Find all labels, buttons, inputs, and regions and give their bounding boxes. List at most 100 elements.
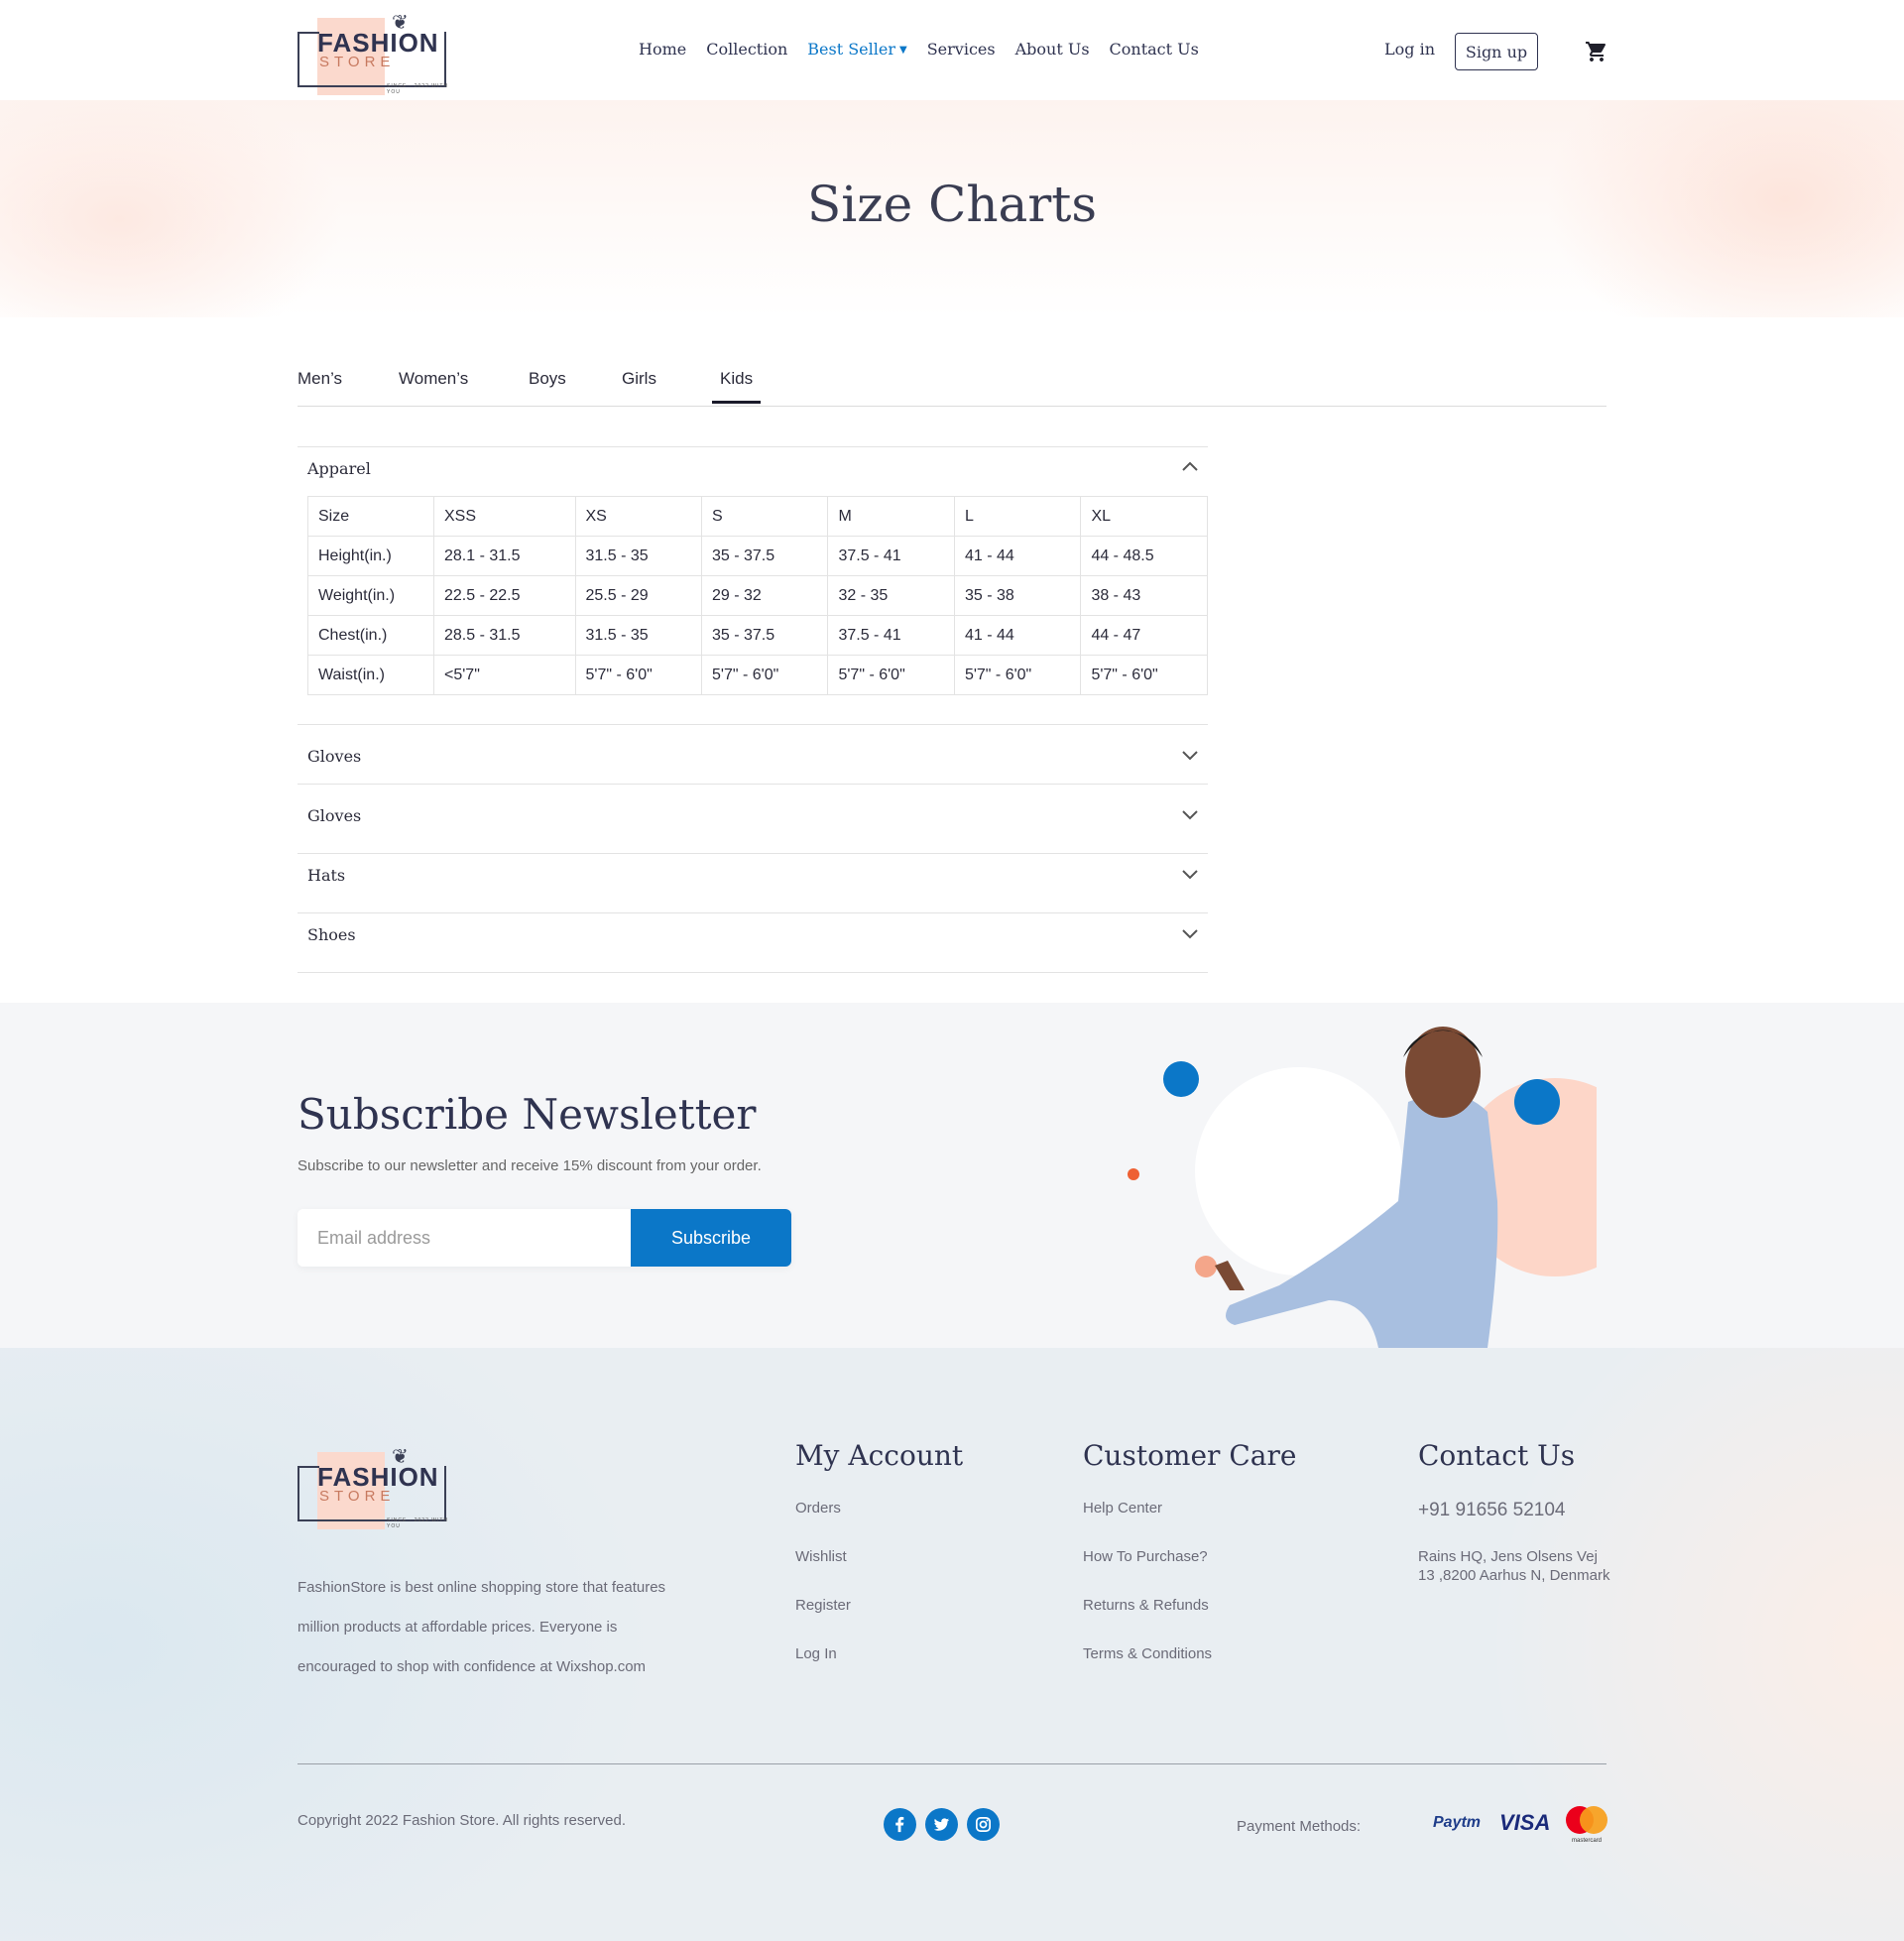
footer-link-login[interactable]: Log In: [795, 1645, 963, 1694]
table-cell: 41 - 44: [953, 536, 1082, 576]
table-row-label: Weight(in.): [307, 575, 434, 616]
table-cell: 25.5 - 29: [574, 575, 702, 616]
footer-link-terms[interactable]: Terms & Conditions: [1083, 1645, 1296, 1694]
accordion-hats[interactable]: Hats: [298, 853, 1208, 912]
main-nav: Home Collection Best Seller ▼ Services Ab…: [639, 40, 1199, 59]
table-cell: 5'7" - 6'0": [1080, 655, 1208, 695]
table-cell: XS: [574, 496, 702, 537]
chevron-down-icon[interactable]: [1180, 864, 1200, 884]
chevron-down-icon[interactable]: [1180, 745, 1200, 765]
tab-mens[interactable]: Men’s: [298, 369, 342, 389]
footer-link-wishlist[interactable]: Wishlist: [795, 1548, 963, 1597]
footer-contact: Contact Us +91 91656 52104 Rains HQ, Jen…: [1418, 1439, 1616, 1585]
footer-logo[interactable]: ❦ FASHION STORE SINCE · 2022 WITH YOU: [298, 1444, 448, 1529]
cart-icon[interactable]: [1585, 40, 1608, 63]
table-cell: 37.5 - 41: [827, 536, 955, 576]
table-cell: 5'7" - 6'0": [953, 655, 1082, 695]
accordion-title: Shoes: [307, 925, 356, 944]
footer-phone[interactable]: +91 91656 52104: [1418, 1500, 1616, 1521]
nav-contact-us[interactable]: Contact Us: [1110, 40, 1199, 59]
login-link[interactable]: Log in: [1384, 40, 1435, 59]
site-header: ❦ FASHION STORE SINCE · 2022 WITH YOU Ho…: [0, 0, 1904, 100]
accordion-shoes[interactable]: Shoes: [298, 912, 1208, 972]
table-cell: 41 - 44: [953, 615, 1082, 656]
table-cell: 44 - 48.5: [1080, 536, 1208, 576]
site-footer: ❦ FASHION STORE SINCE · 2022 WITH YOU Fa…: [0, 1348, 1904, 1941]
signup-button[interactable]: Sign up: [1455, 33, 1538, 70]
table-cell: XL: [1080, 496, 1208, 537]
facebook-icon[interactable]: [884, 1808, 916, 1841]
footer-link-help-center[interactable]: Help Center: [1083, 1500, 1296, 1548]
mastercard-wordmark: mastercard: [1572, 1838, 1602, 1844]
newsletter-illustration: [1128, 1027, 1597, 1348]
nav-about-us[interactable]: About Us: [1015, 40, 1090, 59]
size-table: Size XSS XS S M L XL Height(in.) 28.1 - 31.5 31.5…: [307, 496, 1208, 695]
tab-womens[interactable]: Women’s: [399, 369, 468, 389]
chevron-down-icon[interactable]: [1180, 923, 1200, 943]
table-cell: 32 - 35: [827, 575, 955, 616]
footer-heading: Customer Care: [1083, 1439, 1297, 1472]
tab-boys[interactable]: Boys: [529, 369, 566, 389]
fashion-store-logo[interactable]: ❦ FASHION STORE SINCE · 2022 WITH YOU: [298, 10, 448, 95]
newsletter-section: Subscribe Newsletter Subscribe to our ne…: [0, 1003, 1904, 1348]
email-input[interactable]: [298, 1209, 631, 1267]
table-row: Waist(in.) <5'7" 5'7" - 6'0" 5'7" - 6'0" 5'7…: [307, 655, 1208, 695]
logo-tagline: SINCE · 2022 WITH YOU: [387, 1517, 449, 1529]
copyright-text: Copyright 2022 Fashion Store. All rights…: [298, 1812, 627, 1829]
footer-link-orders[interactable]: Orders: [795, 1500, 963, 1548]
accordion-gloves-1[interactable]: Gloves: [298, 724, 1208, 784]
accordion-gloves-2[interactable]: Gloves: [298, 784, 1208, 843]
table-row: Weight(in.) 22.5 - 22.5 25.5 - 29 29 - 32 32…: [307, 575, 1208, 616]
hero-banner: Size Charts: [0, 100, 1904, 317]
footer-link-register[interactable]: Register: [795, 1597, 963, 1645]
table-cell: 31.5 - 35: [574, 615, 702, 656]
nav-home[interactable]: Home: [639, 40, 686, 59]
chevron-up-icon[interactable]: [1180, 457, 1200, 477]
footer-my-account: My Account Orders Wishlist Register Log …: [795, 1439, 963, 1694]
mastercard-logo: mastercard: [1566, 1806, 1607, 1844]
subscribe-button[interactable]: Subscribe: [631, 1209, 791, 1267]
footer-address: Rains HQ, Jens Olsens Vej 13 ,8200 Aarhu…: [1418, 1548, 1610, 1584]
caret-down-icon: ▼: [899, 45, 907, 56]
accordion-title: Hats: [307, 866, 346, 885]
table-cell: 35 - 37.5: [700, 615, 829, 656]
instagram-icon[interactable]: [967, 1808, 1000, 1841]
table-cell: 5'7" - 6'0": [574, 655, 702, 695]
footer-link-returns[interactable]: Returns & Refunds: [1083, 1597, 1296, 1645]
footer-customer-care: Customer Care Help Center How To Purchas…: [1083, 1439, 1296, 1694]
newsletter-title: Subscribe Newsletter: [298, 1090, 757, 1139]
nav-best-seller[interactable]: Best Seller ▼: [807, 40, 906, 59]
tab-kids[interactable]: Kids: [711, 369, 762, 404]
footer-link-how-to-purchase[interactable]: How To Purchase?: [1083, 1548, 1296, 1597]
nav-services[interactable]: Services: [927, 40, 996, 59]
size-tabs: Men’s Women’s Boys Girls Kids: [298, 357, 1606, 407]
chevron-down-icon[interactable]: [1180, 804, 1200, 824]
table-cell: <5'7": [433, 655, 576, 695]
tab-girls[interactable]: Girls: [622, 369, 656, 389]
logo-tagline: SINCE · 2022 WITH YOU: [387, 83, 449, 95]
logo-sub: STORE: [319, 1488, 396, 1505]
table-row: Chest(in.) 28.5 - 31.5 31.5 - 35 35 - 37.5 3…: [307, 615, 1208, 656]
nav-collection[interactable]: Collection: [706, 40, 787, 59]
social-links: [884, 1808, 1000, 1841]
table-row: Height(in.) 28.1 - 31.5 31.5 - 35 35 - 37.5…: [307, 536, 1208, 576]
table-cell: 35 - 37.5: [700, 536, 829, 576]
table-cell: L: [953, 496, 1082, 537]
visa-logo: VISA: [1499, 1810, 1551, 1835]
nav-best-seller-label: Best Seller: [807, 40, 895, 59]
table-cell: M: [827, 496, 955, 537]
twitter-icon[interactable]: [925, 1808, 958, 1841]
accordion-apparel-header[interactable]: Apparel: [298, 446, 1208, 486]
size-accordion: Apparel Size XSS XS S M L XL Height(in.) 28.1 - …: [298, 446, 1208, 973]
newsletter-form: Subscribe: [298, 1209, 791, 1267]
table-cell: XSS: [433, 496, 576, 537]
table-cell: 29 - 32: [700, 575, 829, 616]
footer-description: FashionStore is best online shopping sto…: [298, 1579, 666, 1675]
payment-methods-label: Payment Methods:: [1237, 1818, 1362, 1835]
table-header-row: Size XSS XS S M L XL: [307, 496, 1208, 537]
table-cell: 5'7" - 6'0": [827, 655, 955, 695]
table-row-label: Size: [307, 496, 434, 537]
table-cell: 31.5 - 35: [574, 536, 702, 576]
accordion-title: Gloves: [307, 806, 362, 825]
table-row-label: Height(in.): [307, 536, 434, 576]
